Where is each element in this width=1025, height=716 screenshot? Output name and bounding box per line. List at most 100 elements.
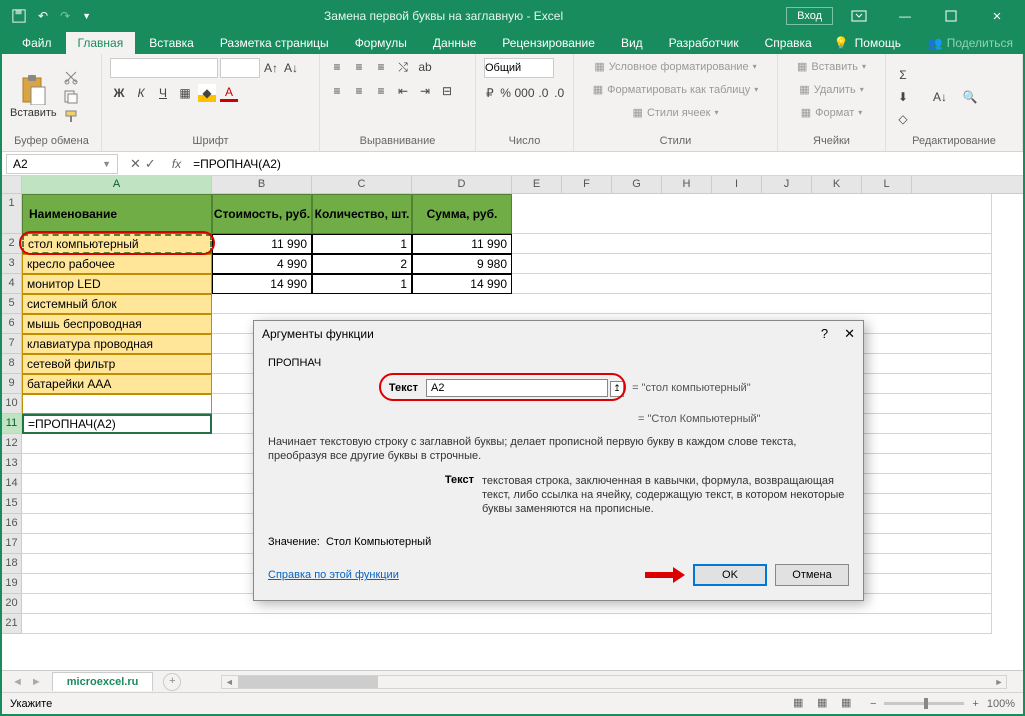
row-header[interactable]: 14 bbox=[2, 474, 22, 494]
login-button[interactable]: Вход bbox=[786, 7, 833, 25]
dialog-close-icon[interactable]: ✕ bbox=[844, 326, 855, 342]
zoom-in-icon[interactable]: + bbox=[972, 698, 978, 710]
cancel-button[interactable]: Отмена bbox=[775, 564, 849, 586]
tab-review[interactable]: Рецензирование bbox=[490, 32, 607, 54]
horizontal-scrollbar[interactable]: ◄► bbox=[221, 675, 1007, 689]
ribbon-options-icon[interactable] bbox=[839, 4, 879, 28]
align-right-icon[interactable]: ≡ bbox=[372, 82, 390, 100]
decrease-decimal-icon[interactable]: .0 bbox=[553, 84, 565, 102]
tab-developer[interactable]: Разработчик bbox=[657, 32, 751, 54]
row-header[interactable]: 19 bbox=[2, 574, 22, 594]
merge-icon[interactable]: ⊟ bbox=[438, 82, 456, 100]
align-center-icon[interactable]: ≡ bbox=[350, 82, 368, 100]
minimize-icon[interactable]: — bbox=[885, 4, 925, 28]
cell[interactable] bbox=[512, 254, 992, 274]
cell[interactable]: 9 980 bbox=[412, 254, 512, 274]
currency-icon[interactable]: ₽ bbox=[484, 84, 496, 102]
enter-formula-icon[interactable]: ✓ bbox=[145, 156, 156, 172]
col-header-F[interactable]: F bbox=[562, 176, 612, 193]
row-header-10[interactable]: 10 bbox=[2, 394, 22, 414]
row-header[interactable]: 13 bbox=[2, 454, 22, 474]
increase-font-icon[interactable]: A↑ bbox=[262, 59, 280, 77]
row-header-3[interactable]: 3 bbox=[2, 254, 22, 274]
tab-file[interactable]: Файл bbox=[10, 32, 64, 54]
row-header[interactable]: 20 bbox=[2, 594, 22, 614]
cell-styles-button[interactable]: ▦Стили ячеек▾ bbox=[629, 104, 723, 121]
cell[interactable]: 1 bbox=[312, 274, 412, 294]
zoom-out-icon[interactable]: − bbox=[870, 698, 876, 710]
page-break-view-icon[interactable]: ▦ bbox=[840, 695, 862, 713]
cell[interactable]: 14 990 bbox=[412, 274, 512, 294]
cell[interactable]: 4 990 bbox=[212, 254, 312, 274]
arg-input-text[interactable] bbox=[426, 379, 608, 397]
qat-dropdown-icon[interactable]: ▼ bbox=[82, 11, 91, 21]
indent-increase-icon[interactable]: ⇥ bbox=[416, 82, 434, 100]
indent-decrease-icon[interactable]: ⇤ bbox=[394, 82, 412, 100]
name-box[interactable]: A2▼ bbox=[6, 154, 118, 174]
col-header-B[interactable]: B bbox=[212, 176, 312, 193]
cancel-formula-icon[interactable]: ✕ bbox=[130, 156, 141, 172]
row-header[interactable]: 12 bbox=[2, 434, 22, 454]
tab-data[interactable]: Данные bbox=[421, 32, 488, 54]
tab-layout[interactable]: Разметка страницы bbox=[208, 32, 341, 54]
conditional-formatting-button[interactable]: ▦Условное форматирование▾ bbox=[590, 58, 760, 75]
undo-icon[interactable]: ↶ bbox=[38, 9, 48, 23]
cell[interactable] bbox=[22, 614, 992, 634]
cut-icon[interactable] bbox=[63, 69, 79, 85]
row-header-4[interactable]: 4 bbox=[2, 274, 22, 294]
cell[interactable]: Количество, шт. bbox=[312, 194, 412, 234]
zoom-level[interactable]: 100% bbox=[987, 698, 1015, 710]
font-color-icon[interactable]: A bbox=[220, 84, 238, 102]
increase-decimal-icon[interactable]: .0 bbox=[538, 84, 550, 102]
range-selector-icon[interactable]: ↥ bbox=[610, 381, 624, 397]
underline-icon[interactable]: Ч bbox=[154, 84, 172, 102]
tab-help[interactable]: Справка bbox=[753, 32, 824, 54]
row-header-5[interactable]: 5 bbox=[2, 294, 22, 314]
chevron-down-icon[interactable]: ▼ bbox=[102, 159, 111, 169]
tell-me[interactable]: 💡Помощь bbox=[826, 32, 909, 54]
clear-icon[interactable]: ◇ bbox=[894, 110, 912, 128]
col-header-L[interactable]: L bbox=[862, 176, 912, 193]
row-header-1[interactable]: 1 bbox=[2, 194, 22, 234]
add-sheet-icon[interactable]: + bbox=[163, 673, 181, 691]
insert-cells-button[interactable]: ▦Вставить▾ bbox=[793, 58, 870, 75]
row-header[interactable]: 17 bbox=[2, 534, 22, 554]
wrap-text-icon[interactable]: ab bbox=[416, 58, 434, 76]
ok-button[interactable]: OK bbox=[693, 564, 767, 586]
normal-view-icon[interactable]: ▦ bbox=[792, 695, 814, 713]
share-button[interactable]: 👥Поделиться bbox=[918, 32, 1023, 54]
select-all-corner[interactable] bbox=[2, 176, 22, 193]
format-painter-icon[interactable] bbox=[63, 109, 79, 125]
italic-icon[interactable]: К bbox=[132, 84, 150, 102]
fill-color-icon[interactable]: ◆ bbox=[198, 84, 216, 102]
col-header-G[interactable]: G bbox=[612, 176, 662, 193]
row-header-6[interactable]: 6 bbox=[2, 314, 22, 334]
col-header-D[interactable]: D bbox=[412, 176, 512, 193]
orientation-icon[interactable]: ⤭ bbox=[394, 58, 412, 76]
font-name-select[interactable] bbox=[110, 58, 218, 78]
zoom-slider[interactable] bbox=[884, 702, 964, 705]
cell[interactable]: системный блок bbox=[22, 294, 212, 314]
bold-icon[interactable]: Ж bbox=[110, 84, 128, 102]
tab-view[interactable]: Вид bbox=[609, 32, 655, 54]
align-middle-icon[interactable]: ≡ bbox=[350, 58, 368, 76]
fx-icon[interactable]: fx bbox=[164, 157, 189, 171]
cell[interactable] bbox=[512, 194, 992, 234]
percent-icon[interactable]: % bbox=[500, 84, 512, 102]
cell[interactable]: батарейки AAA bbox=[22, 374, 212, 394]
cell[interactable]: кресло рабочее bbox=[22, 254, 212, 274]
row-header[interactable]: 16 bbox=[2, 514, 22, 534]
row-header[interactable]: 18 bbox=[2, 554, 22, 574]
cell[interactable]: 11 990 bbox=[412, 234, 512, 254]
save-icon[interactable] bbox=[12, 9, 26, 23]
sort-filter-icon[interactable]: A↓ bbox=[928, 85, 952, 109]
cell[interactable]: 11 990 bbox=[212, 234, 312, 254]
row-header-9[interactable]: 9 bbox=[2, 374, 22, 394]
row-header[interactable]: 15 bbox=[2, 494, 22, 514]
tab-home[interactable]: Главная bbox=[66, 32, 136, 54]
col-header-H[interactable]: H bbox=[662, 176, 712, 193]
col-header-J[interactable]: J bbox=[762, 176, 812, 193]
cell[interactable] bbox=[22, 394, 212, 414]
align-bottom-icon[interactable]: ≡ bbox=[372, 58, 390, 76]
row-header[interactable]: 21 bbox=[2, 614, 22, 634]
